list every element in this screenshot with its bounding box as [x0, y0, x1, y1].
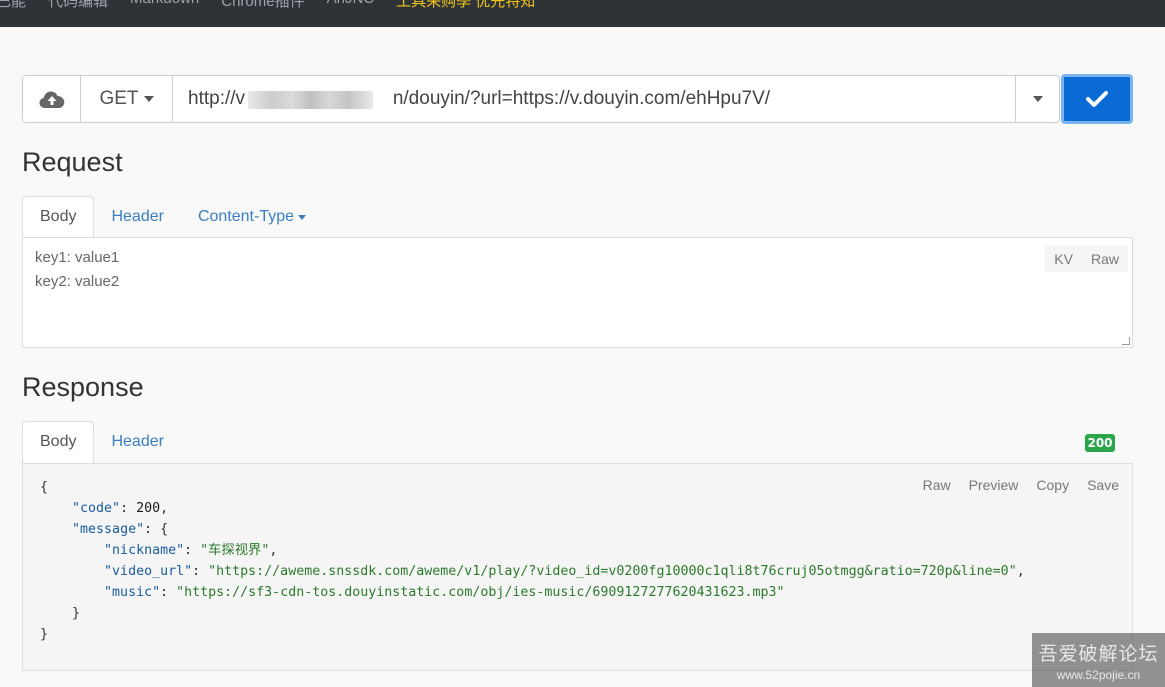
- copy-button[interactable]: Copy: [1027, 472, 1078, 498]
- tab-response-header[interactable]: Header: [94, 421, 180, 463]
- url-field: [173, 76, 1015, 122]
- response-body-viewer: Raw Preview Copy Save { "code": 200, "me…: [22, 463, 1133, 671]
- json-code-value: 200: [136, 501, 161, 516]
- nav-item[interactable]: 代码编辑: [48, 0, 108, 11]
- caret-down-icon: [1032, 96, 1043, 102]
- caret-down-icon: [143, 96, 154, 102]
- url-history-dropdown[interactable]: [1015, 76, 1059, 122]
- request-heading: Request: [22, 147, 123, 177]
- save-button[interactable]: Save: [1078, 472, 1128, 498]
- response-tabs: Body Header: [22, 421, 181, 463]
- redacted-host-mask: [248, 91, 373, 109]
- response-json: { "code": 200, "message": { "nickname": …: [40, 480, 1025, 642]
- response-heading: Response: [22, 372, 144, 402]
- status-badge: 200: [1085, 434, 1115, 452]
- json-video-url-value: https://aweme.snssdk.com/aweme/v1/play/?…: [216, 564, 1009, 579]
- method-label: GET: [99, 88, 139, 109]
- resize-handle[interactable]: [1122, 337, 1130, 345]
- raw-mode-button[interactable]: Raw: [1082, 246, 1128, 272]
- request-body-editor[interactable]: key1: value1 key2: value2 KV Raw: [22, 237, 1133, 348]
- method-dropdown[interactable]: GET: [81, 76, 173, 122]
- request-bar: GET: [22, 74, 1133, 124]
- check-icon: [1086, 91, 1108, 107]
- nav-item[interactable]: AnJNC: [327, 0, 375, 11]
- request-input-group: GET: [22, 75, 1060, 123]
- nav-item[interactable]: Markdown: [130, 0, 199, 11]
- json-nickname-value: 车探视界: [208, 543, 262, 558]
- upload-button[interactable]: [23, 76, 81, 122]
- body-line: key2: value2: [35, 273, 120, 290]
- tab-content-type-label: Content-Type: [197, 208, 295, 225]
- send-button[interactable]: [1061, 74, 1133, 124]
- body-line: key1: value1: [35, 249, 120, 266]
- request-tabs: Body Header Content-Type: [22, 196, 323, 238]
- watermark-line2: www.52pojie.cn: [1056, 668, 1141, 682]
- body-mode-toggle: KV Raw: [1045, 246, 1128, 272]
- tab-content-type[interactable]: Content-Type: [181, 196, 323, 238]
- tab-response-body[interactable]: Body: [22, 421, 95, 463]
- kv-mode-button[interactable]: KV: [1045, 246, 1082, 272]
- top-nav: 巴能 代码编辑 Markdown Chrome插件 AnJNC 工具采购季 优先…: [0, 0, 1165, 27]
- watermark-line1: 吾爱破解论坛: [1038, 644, 1159, 665]
- nav-item[interactable]: Chrome插件: [221, 0, 304, 11]
- nav-item-highlight[interactable]: 工具采购季 优先特知: [396, 0, 535, 11]
- nav-item[interactable]: 巴能: [0, 0, 26, 11]
- cloud-upload-icon: [39, 91, 64, 108]
- watermark: 吾爱破解论坛 www.52pojie.cn: [1032, 633, 1165, 687]
- json-music-value: https://sf3-cdn-tos.douyinstatic.com/obj…: [184, 585, 777, 600]
- tab-request-body[interactable]: Body: [22, 196, 95, 238]
- caret-down-icon: [298, 214, 307, 220]
- tab-request-header[interactable]: Header: [94, 196, 180, 238]
